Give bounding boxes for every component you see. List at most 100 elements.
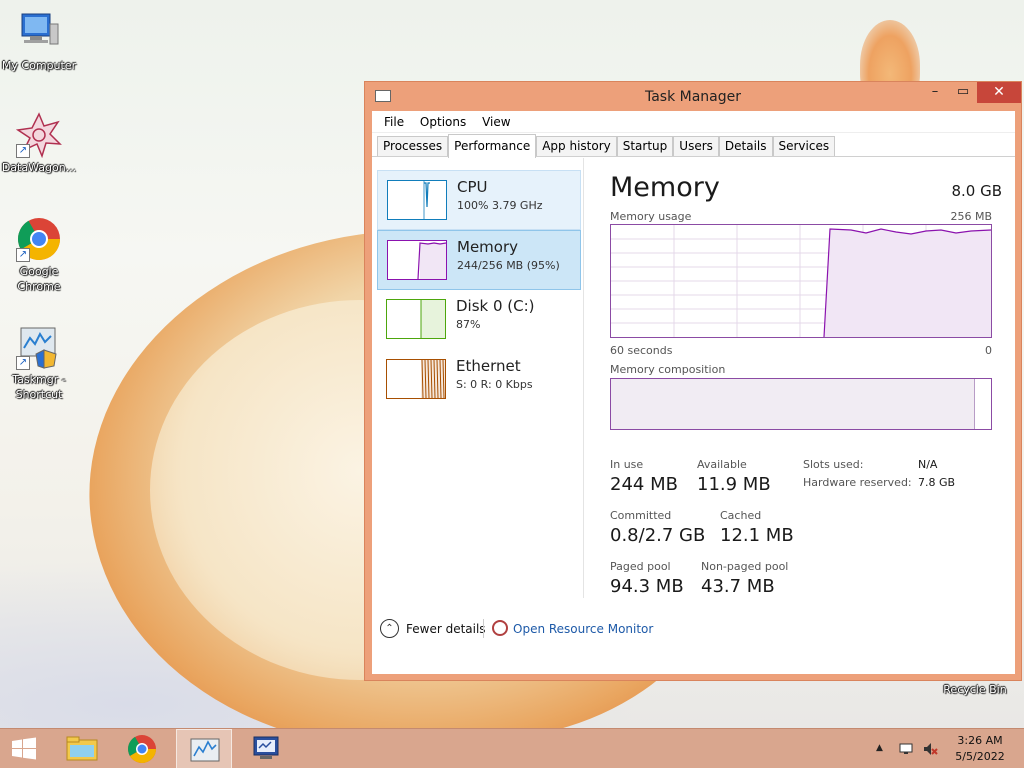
tab-processes[interactable]: Processes	[377, 136, 449, 156]
task-manager-icon: ↗	[16, 324, 62, 370]
task-manager-window: Task Manager – ▭ ✕ File Options View Pro…	[364, 81, 1022, 681]
resource-name: Ethernet	[456, 357, 521, 375]
menu-bar: File Options View	[372, 111, 1015, 133]
monitor-app-icon	[253, 736, 279, 759]
menu-options[interactable]: Options	[414, 111, 472, 129]
panel-title: Memory	[610, 172, 720, 203]
tab-startup[interactable]: Startup	[616, 136, 674, 156]
fewer-details-link[interactable]: Fewer details	[406, 622, 486, 636]
datawagon-icon: ↗	[15, 112, 62, 159]
windows-logo-icon	[12, 737, 36, 760]
stat-in-use: In use 244 MB	[610, 458, 678, 495]
stat-value: 11.9 MB	[697, 474, 771, 495]
taskbar-monitor-app[interactable]	[238, 729, 294, 768]
resource-item-disk[interactable]: Disk 0 (C:) 87%	[377, 290, 581, 350]
volume-muted-icon[interactable]	[922, 741, 938, 757]
computer-icon	[16, 10, 62, 56]
memory-thumbnail-graph	[387, 240, 447, 280]
memory-composition-bar	[610, 378, 992, 430]
desktop-icon-recycle-bin[interactable]: Recycle Bin	[937, 682, 1013, 697]
resource-item-cpu[interactable]: CPU 100% 3.79 GHz	[377, 170, 581, 230]
stat-value: 43.7 MB	[701, 576, 775, 597]
resource-item-memory[interactable]: Memory 244/256 MB (95%)	[377, 230, 581, 290]
ethernet-thumbnail-graph	[386, 359, 446, 399]
taskbar-file-explorer[interactable]	[54, 729, 110, 768]
chevron-up-icon[interactable]: ⌃	[380, 619, 399, 638]
stat-non-paged-pool: Non-paged pool 43.7 MB	[701, 560, 788, 597]
network-icon[interactable]	[898, 741, 914, 757]
window-client: File Options View Processes Performance …	[372, 111, 1015, 674]
memory-usage-label: Memory usage	[610, 210, 692, 223]
desktop-icon-label: Recycle Bin	[943, 683, 1007, 696]
shortcut-arrow-icon: ↗	[16, 248, 30, 262]
resource-name: Memory	[457, 238, 519, 256]
desktop-icon-taskmgr-shortcut[interactable]: ↗ Taskmgr - Shortcut	[1, 324, 77, 402]
desktop-icon-google-chrome[interactable]: ↗ Google Chrome	[1, 216, 77, 294]
stat-label: Non-paged pool	[701, 560, 789, 573]
memory-in-use-segment	[611, 379, 975, 429]
maximize-button[interactable]: ▭	[949, 82, 977, 103]
resource-list: CPU 100% 3.79 GHz Memory 244/256 MB (95%…	[372, 158, 584, 598]
desktop-icon-my-computer[interactable]: My Computer	[1, 10, 77, 73]
open-resource-monitor-link[interactable]: Open Resource Monitor	[513, 622, 653, 636]
tab-users[interactable]: Users	[673, 136, 719, 156]
minimize-button[interactable]: –	[921, 82, 949, 103]
chrome-icon: ↗	[16, 216, 62, 262]
desktop-icon-label: DataWagon...	[1, 161, 77, 174]
disk-thumbnail-graph	[386, 299, 446, 339]
stat-label: Available	[697, 458, 747, 471]
stat-label: Paged pool	[610, 560, 671, 573]
clock-time: 3:26 AM	[957, 734, 1003, 747]
stat-label: Cached	[720, 509, 762, 522]
tab-details[interactable]: Details	[718, 136, 773, 156]
stat-cached: Cached 12.1 MB	[720, 509, 794, 546]
desktop-icon-label: Taskmgr - Shortcut	[12, 373, 66, 401]
time-axis-left: 60 seconds	[610, 344, 673, 357]
folder-icon	[66, 736, 98, 761]
menu-view[interactable]: View	[476, 111, 516, 129]
shortcut-arrow-icon: ↗	[16, 356, 30, 370]
footer-separator	[483, 619, 484, 638]
shortcut-arrow-icon: ↗	[16, 144, 30, 158]
memory-detail-panel: Memory 8.0 GB Memory usage 256 MB 60 sec…	[592, 158, 1002, 598]
stat-value: 94.3 MB	[610, 576, 684, 597]
task-manager-icon	[190, 738, 220, 762]
resource-item-ethernet[interactable]: Ethernet S: 0 R: 0 Kbps	[377, 350, 581, 410]
resource-value: 244/256 MB (95%)	[457, 259, 560, 272]
start-button[interactable]	[0, 729, 48, 768]
stat-label: In use	[610, 458, 644, 471]
stat-available: Available 11.9 MB	[697, 458, 771, 495]
close-button[interactable]: ✕	[977, 82, 1021, 103]
stat-value: 12.1 MB	[720, 525, 794, 546]
tab-performance[interactable]: Performance	[448, 134, 537, 158]
tab-services[interactable]: Services	[772, 136, 836, 156]
tab-strip: Processes Performance App history Startu…	[372, 133, 1015, 158]
desktop-icon-label: My Computer	[1, 59, 77, 72]
resource-value: 100% 3.79 GHz	[457, 199, 543, 212]
stat-paged-pool: Paged pool 94.3 MB	[610, 560, 684, 597]
memory-usage-graph	[610, 224, 992, 338]
menu-file[interactable]: File	[378, 111, 410, 129]
resource-monitor-icon	[492, 620, 508, 636]
chrome-icon	[128, 735, 156, 763]
cpu-thumbnail-graph	[387, 180, 447, 220]
resource-name: CPU	[457, 178, 488, 196]
title-bar[interactable]: Task Manager – ▭ ✕	[365, 82, 1021, 110]
stat-value: 244 MB	[610, 474, 678, 495]
time-axis-right: 0	[985, 344, 992, 357]
show-hidden-icons-chevron[interactable]: ▲	[876, 743, 883, 753]
stat-value: 0.8/2.7 GB	[610, 525, 706, 546]
stat-label: Committed	[610, 509, 672, 522]
tab-app-history[interactable]: App history	[536, 136, 617, 156]
slots-used-value: N/A	[918, 458, 938, 471]
hardware-reserved-value: 7.8 GB	[918, 476, 956, 489]
system-clock[interactable]: 3:26 AM 5/5/2022	[950, 733, 1010, 765]
taskbar: ▲ 3:26 AM 5/5/2022	[0, 728, 1024, 768]
taskbar-chrome[interactable]	[114, 729, 170, 768]
resource-value: S: 0 R: 0 Kbps	[456, 378, 533, 391]
taskbar-task-manager[interactable]	[176, 729, 232, 768]
desktop-icon-datawagon[interactable]: ↗ DataWagon...	[1, 112, 77, 175]
desktop-icon-label: Google Chrome	[17, 265, 61, 293]
resource-name: Disk 0 (C:)	[456, 297, 535, 315]
stat-committed: Committed 0.8/2.7 GB	[610, 509, 705, 546]
